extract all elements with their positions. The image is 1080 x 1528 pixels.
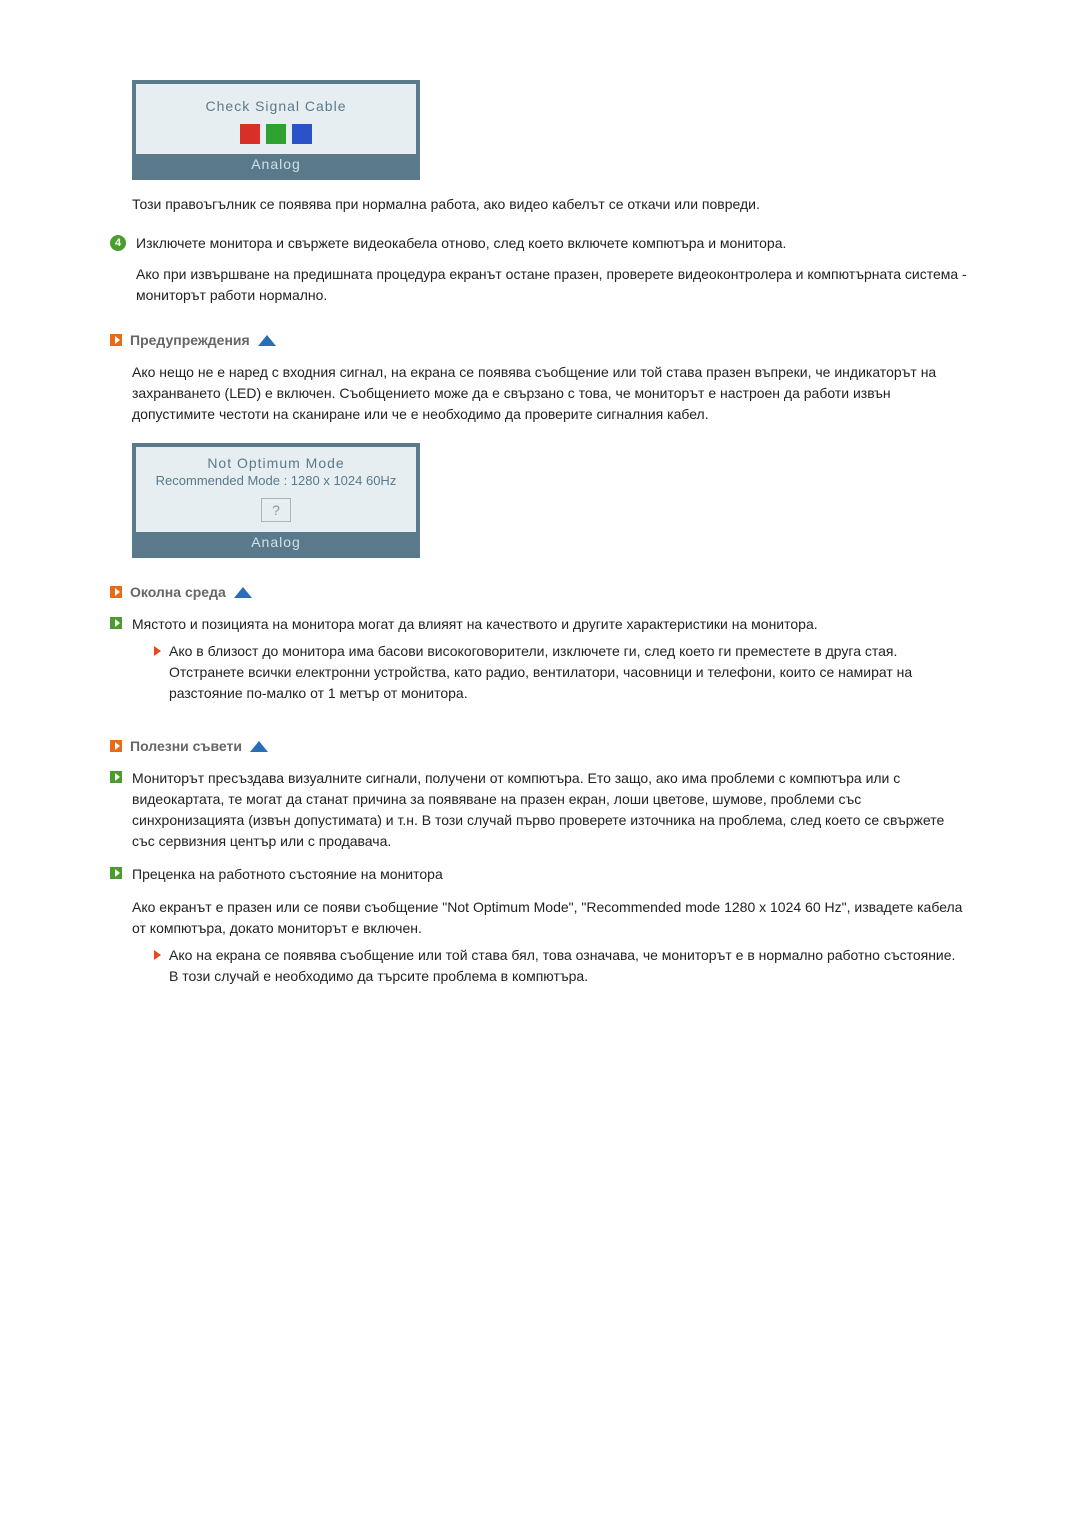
warnings-body: Ако нещо не е наред с входния сигнал, на…	[132, 362, 970, 425]
section-bullet-icon	[110, 586, 122, 598]
tips-b2-sub: Ако на екрана се появява съобщение или т…	[154, 945, 970, 987]
osd-inner: Check Signal Cable	[136, 84, 416, 154]
osd-inner-2: Not Optimum Mode Recommended Mode : 1280…	[136, 447, 416, 532]
tips-b2-body: Ако екранът е празен или се появи съобще…	[132, 897, 970, 939]
heading-text: Околна среда	[130, 584, 226, 600]
osd2-footer: Analog	[136, 532, 416, 554]
blue-square	[292, 124, 312, 144]
osd-footer: Analog	[136, 154, 416, 176]
step-4: 4 Изключете монитора и свържете видеокаб…	[110, 233, 970, 306]
env-sub2-text: Отстранете всички електронни устройства,…	[169, 664, 912, 701]
env-sub1: Ако в близост до монитора има басови вис…	[154, 641, 970, 704]
osd2-line1: Not Optimum Mode	[142, 455, 410, 471]
up-triangle-icon[interactable]	[250, 741, 268, 752]
paragraph-1: Този правоъгълник се появява при нормалн…	[132, 194, 970, 215]
tips-b2-sub-text: Ако на екрана се появява съобщение или т…	[169, 947, 955, 963]
caret-icon	[154, 950, 161, 960]
rgb-squares	[142, 124, 410, 144]
tips-b2-sub2-text: В този случай е необходимо да търсите пр…	[169, 968, 588, 984]
env-sub1-text: Ако в близост до монитора има басови вис…	[169, 643, 897, 659]
up-triangle-icon[interactable]	[234, 587, 252, 598]
osd-question-box: ?	[261, 498, 291, 522]
osd-title: Check Signal Cable	[142, 98, 410, 114]
bullet-icon	[110, 617, 122, 629]
red-square	[240, 124, 260, 144]
tips-b2-head: Преценка на работното състояние на монит…	[132, 864, 970, 885]
heading-environment: Околна среда	[110, 584, 970, 600]
osd-not-optimum: Not Optimum Mode Recommended Mode : 1280…	[132, 443, 420, 558]
bullet-icon	[110, 867, 122, 879]
up-triangle-icon[interactable]	[258, 335, 276, 346]
env-bullet-text: Мястото и позицията на монитора могат да…	[132, 614, 970, 635]
heading-warnings: Предупреждения	[110, 332, 970, 348]
tips-b2: Преценка на работното състояние на монит…	[110, 864, 970, 995]
heading-text: Полезни съвети	[130, 738, 242, 754]
caret-icon	[154, 646, 161, 656]
heading-tips: Полезни съвети	[110, 738, 970, 754]
osd-check-signal: Check Signal Cable Analog	[132, 80, 420, 180]
heading-text: Предупреждения	[130, 332, 250, 348]
env-bullet: Мястото и позицията на монитора могат да…	[110, 614, 970, 712]
step4-p1: Изключете монитора и свържете видеокабел…	[136, 233, 970, 254]
step-number-4: 4	[110, 235, 126, 251]
green-square	[266, 124, 286, 144]
bullet-icon	[110, 771, 122, 783]
tips-b1: Мониторът пресъздава визуалните сигнали,…	[110, 768, 970, 852]
section-bullet-icon	[110, 740, 122, 752]
section-bullet-icon	[110, 334, 122, 346]
tips-b1-text: Мониторът пресъздава визуалните сигнали,…	[132, 768, 970, 852]
step4-p2: Ако при извършване на предишната процеду…	[136, 264, 970, 306]
osd2-line2: Recommended Mode : 1280 x 1024 60Hz	[142, 473, 410, 488]
